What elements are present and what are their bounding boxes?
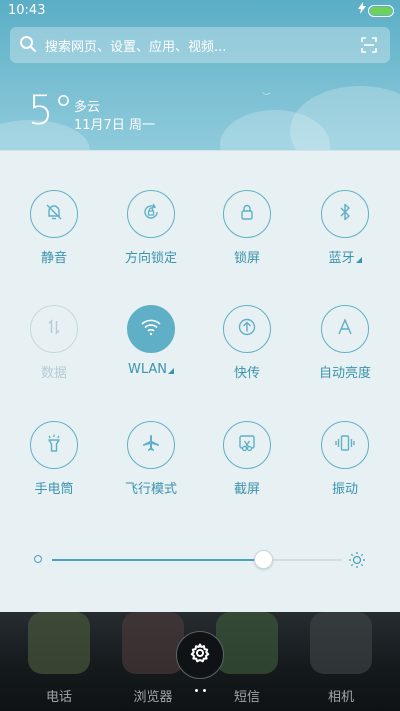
vibrate-icon: [334, 433, 356, 457]
tile-label: 静音: [40, 251, 67, 266]
bell-off-icon: [44, 202, 64, 226]
tile-quick-share[interactable]: 快传: [202, 305, 292, 381]
brightness-slider-fill: [52, 559, 264, 561]
tile-label: 自动亮度: [318, 366, 371, 381]
brightness-control: [30, 547, 375, 573]
menu-indicator-icon: [355, 257, 362, 263]
dock-app-label: 短信: [233, 690, 260, 705]
phone-icon: [28, 612, 90, 674]
tile-screenshot[interactable]: 截屏: [202, 421, 292, 497]
rotation-lock-icon: [141, 202, 161, 226]
bluetooth-icon: [335, 202, 355, 226]
status-clock: 10:43: [8, 3, 46, 18]
search-bar[interactable]: 搜索网页、设置、应用、视频...: [10, 27, 390, 63]
auto-brightness-icon: [335, 317, 355, 341]
scan-icon[interactable]: [360, 36, 378, 58]
tile-label: 手电筒: [34, 482, 74, 497]
dock-app-camera[interactable]: 相机: [306, 612, 376, 705]
tile-button[interactable]: [223, 305, 271, 353]
tile-button[interactable]: [127, 305, 175, 353]
share-upload-icon: [237, 317, 257, 341]
tile-label: 蓝牙: [300, 247, 390, 266]
quick-settings-panel: 静音 方向锁定 锁屏 蓝牙 数据 WLAN 快传 自动亮度 手电筒 飞行模式 截…: [0, 150, 400, 612]
tile-button[interactable]: [30, 421, 78, 469]
weather-date: 11月7日 周一: [74, 118, 155, 133]
dock-app-label: 相机: [327, 690, 354, 705]
camera-icon: [310, 612, 372, 674]
tile-mobile-data[interactable]: 数据: [9, 305, 99, 381]
tile-label: 数据: [40, 366, 67, 381]
dock-app-label: 浏览器: [133, 690, 173, 705]
tile-button[interactable]: [127, 421, 175, 469]
tile-label: 飞行模式: [124, 482, 177, 497]
charging-icon: [358, 2, 366, 17]
page-dot: [203, 689, 206, 692]
tile-button[interactable]: [30, 190, 78, 238]
bird-decoration: ︶: [262, 93, 272, 103]
screenshot-icon: [237, 433, 257, 457]
tile-button[interactable]: [127, 190, 175, 238]
settings-button[interactable]: [176, 631, 224, 679]
brightness-high-icon: [348, 551, 366, 573]
battery-level: [370, 7, 392, 15]
page-indicator: [195, 689, 209, 693]
status-bar: 10:43: [0, 0, 400, 24]
tile-bluetooth[interactable]: 蓝牙: [300, 190, 390, 266]
tile-auto-brightness[interactable]: 自动亮度: [300, 305, 390, 381]
tile-label: WLAN: [106, 362, 196, 377]
lock-icon: [237, 202, 257, 226]
weather-temperature[interactable]: 5°: [28, 88, 73, 134]
tile-vibrate[interactable]: 振动: [300, 421, 390, 497]
tile-flashlight[interactable]: 手电筒: [9, 421, 99, 497]
tile-label: 截屏: [233, 482, 260, 497]
tile-lock-screen[interactable]: 锁屏: [202, 190, 292, 266]
dock-app-phone[interactable]: 电话: [24, 612, 94, 705]
tile-airplane-mode[interactable]: 飞行模式: [106, 421, 196, 497]
tile-silent[interactable]: 静音: [9, 190, 99, 266]
weather-condition: 多云: [74, 100, 101, 115]
search-placeholder: 搜索网页、设置、应用、视频...: [45, 40, 227, 55]
flashlight-icon: [44, 433, 64, 457]
mobile-data-icon: [44, 317, 64, 341]
tile-button[interactable]: [223, 421, 271, 469]
dock-app-label: 电话: [45, 690, 72, 705]
tile-button[interactable]: [321, 305, 369, 353]
tile-label: 方向锁定: [124, 251, 177, 266]
tile-button[interactable]: [321, 190, 369, 238]
tile-rotation-lock[interactable]: 方向锁定: [106, 190, 196, 266]
tile-label: 锁屏: [233, 251, 260, 266]
battery-icon: [368, 5, 394, 17]
tile-label: 快传: [233, 366, 260, 381]
tile-wlan[interactable]: WLAN: [106, 305, 196, 377]
tile-button[interactable]: [223, 190, 271, 238]
brightness-low-icon: [34, 555, 42, 563]
brightness-slider[interactable]: [52, 559, 342, 561]
messages-icon: [216, 612, 278, 674]
search-icon: [19, 35, 37, 57]
tile-label: 振动: [331, 482, 358, 497]
airplane-icon: [141, 433, 161, 457]
browser-icon: [122, 612, 184, 674]
page-dot: [195, 689, 198, 692]
wifi-icon: [140, 317, 162, 341]
tile-button[interactable]: [30, 305, 78, 353]
brightness-slider-handle[interactable]: [254, 550, 274, 569]
gear-icon: [189, 642, 211, 668]
menu-indicator-icon: [168, 368, 174, 374]
notification-header: ︶ 10:43 搜索网页、设置、应用、视频... 5° 多云 11月7日 周一: [0, 0, 400, 150]
tile-button[interactable]: [321, 421, 369, 469]
